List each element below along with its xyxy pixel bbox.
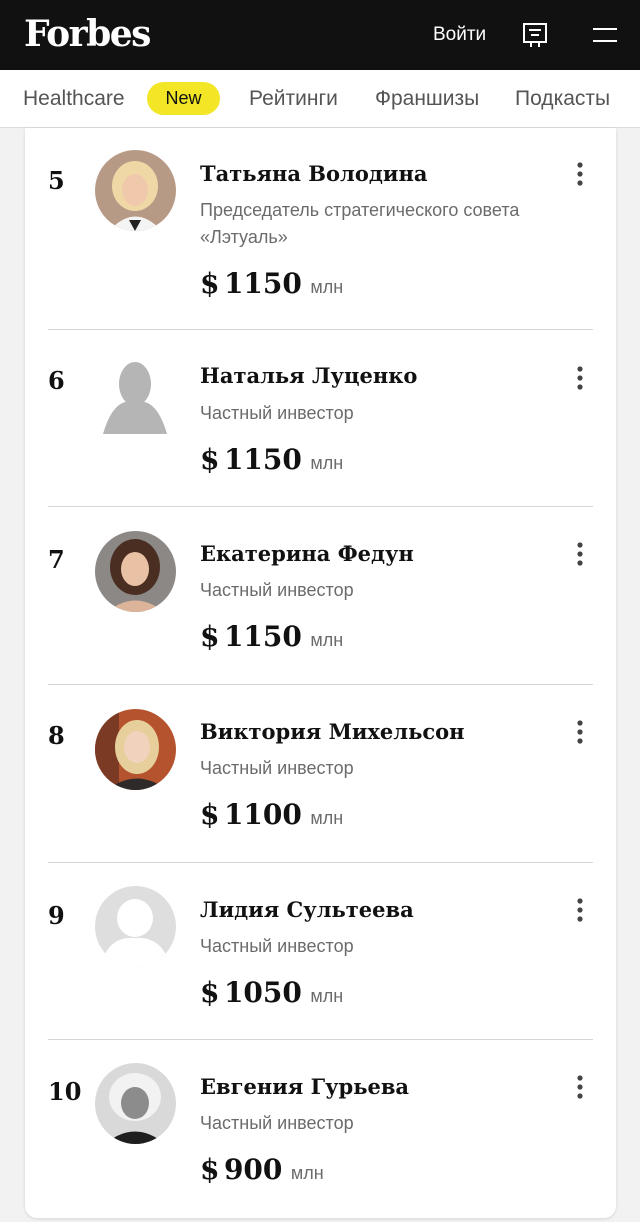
worth-value: 1150 [223, 443, 302, 476]
row-divider [48, 506, 593, 507]
more-options-icon[interactable] [573, 541, 587, 567]
person-role: Частный инвестор [200, 403, 354, 423]
new-badge[interactable]: New [147, 82, 220, 115]
worth-unit: млн [310, 986, 344, 1006]
more-options-icon[interactable] [573, 1074, 587, 1100]
rank-number: 10 [48, 1077, 82, 1106]
more-options-icon[interactable] [573, 719, 587, 745]
avatar[interactable] [95, 1063, 176, 1144]
net-worth: $ 1150 млн [200, 442, 343, 478]
worth-unit: млн [310, 808, 344, 828]
rank-number: 8 [48, 721, 65, 750]
net-worth: $ 1050 млн [200, 975, 343, 1011]
rank-number: 9 [48, 901, 65, 930]
person-role: Частный инвестор [200, 1113, 354, 1133]
person-role: Частный инвестор [200, 580, 354, 600]
net-worth: $ 1100 млн [200, 797, 343, 833]
person-name[interactable]: Екатерина Федун [200, 540, 414, 568]
worth-currency: $ [200, 1153, 220, 1186]
more-options-icon[interactable] [573, 897, 587, 923]
rank-number: 6 [48, 366, 65, 395]
worth-unit: млн [310, 277, 344, 297]
row-divider [48, 862, 593, 863]
rank-number: 5 [48, 166, 65, 195]
person-name[interactable]: Наталья Луценко [200, 362, 417, 390]
net-worth: $ 900 млн [200, 1152, 324, 1188]
section-nav: Healthcare New Рейтинги Франшизы Подкаст… [0, 70, 640, 128]
worth-currency: $ [200, 976, 220, 1009]
worth-currency: $ [200, 620, 220, 653]
more-options-icon[interactable] [573, 161, 587, 187]
net-worth: $ 1150 млн [200, 266, 343, 302]
worth-currency: $ [200, 798, 220, 831]
avatar[interactable] [95, 150, 176, 231]
worth-currency: $ [200, 443, 220, 476]
worth-unit: млн [290, 1163, 324, 1183]
row-divider [48, 329, 593, 330]
nav-item-franchises[interactable]: Франшизы [375, 86, 479, 112]
avatar[interactable] [95, 354, 176, 435]
worth-value: 1150 [223, 620, 302, 653]
person-name[interactable]: Виктория Михельсон [200, 718, 465, 746]
row-divider [48, 684, 593, 685]
worth-value: 1100 [223, 798, 302, 831]
more-options-icon[interactable] [573, 365, 587, 391]
avatar[interactable] [95, 531, 176, 612]
person-role: Частный инвестор [200, 758, 354, 778]
ranking-list: 5 Татьяна Володина Председатель стратеги… [25, 128, 616, 1218]
nav-item-podcasts[interactable]: Подкасты [515, 86, 610, 112]
worth-currency: $ [200, 267, 220, 300]
worth-value: 1050 [223, 976, 302, 1009]
news-feed-icon[interactable] [522, 22, 548, 48]
login-button[interactable]: Войти [433, 23, 486, 47]
worth-value: 1150 [223, 267, 302, 300]
forbes-logo[interactable]: Forbes [24, 12, 151, 56]
person-name[interactable]: Лидия Сультеева [200, 896, 414, 924]
net-worth: $ 1150 млн [200, 619, 343, 655]
worth-unit: млн [310, 630, 344, 650]
nav-item-healthcare[interactable]: Healthcare [23, 86, 125, 112]
rank-number: 7 [48, 545, 65, 574]
worth-value: 900 [223, 1153, 283, 1186]
person-name[interactable]: Татьяна Володина [200, 160, 427, 188]
person-name[interactable]: Евгения Гурьева [200, 1073, 409, 1101]
avatar[interactable] [95, 886, 176, 967]
top-header: Forbes Войти [0, 0, 640, 70]
row-divider [48, 1039, 593, 1040]
person-role: Председатель стратегического совета «Лэт… [200, 200, 520, 247]
hamburger-menu-icon[interactable] [592, 26, 618, 44]
person-role: Частный инвестор [200, 936, 354, 956]
nav-item-ratings[interactable]: Рейтинги [249, 86, 338, 112]
avatar[interactable] [95, 709, 176, 790]
worth-unit: млн [310, 453, 344, 473]
